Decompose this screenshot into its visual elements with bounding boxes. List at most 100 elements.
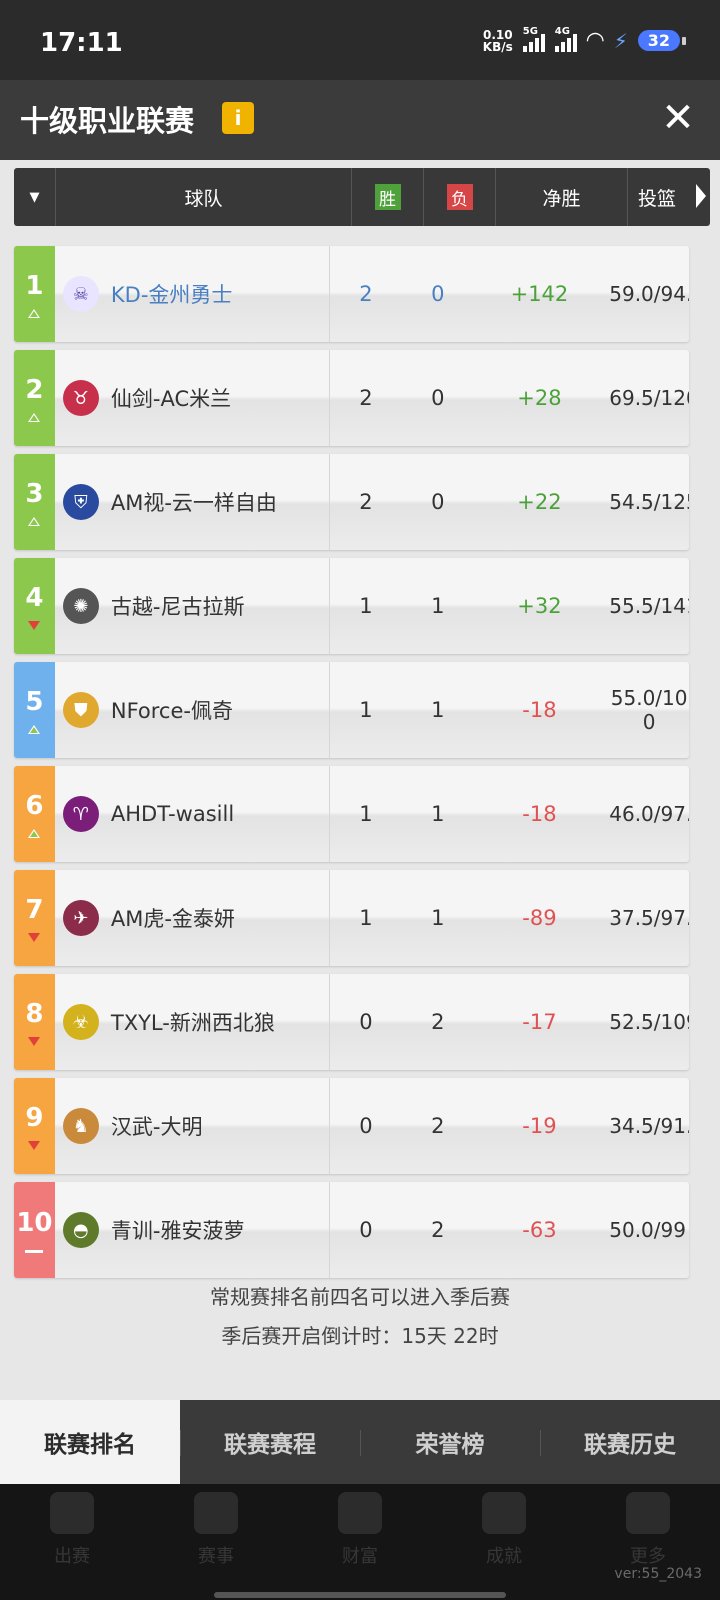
- rank-number: 10: [16, 1207, 53, 1238]
- team-name: NForce-佩奇: [110, 699, 233, 723]
- table-row[interactable]: 3 ⛨ AM视-云一样自由 2 0 +22 54.5/125: [14, 454, 689, 550]
- status-bar: 17:11 0.10 KB/s 5G 4G ◠ ⚡ 32: [0, 0, 720, 80]
- losses-value: 0: [431, 490, 445, 514]
- trend-up-icon: [28, 308, 41, 318]
- team-name: TXYL-新洲西北狼: [110, 1011, 275, 1035]
- team-cell[interactable]: ✈ AM虎-金泰妍: [55, 870, 331, 966]
- shooting-value: 69.5/120: [609, 386, 689, 410]
- trend-down-icon: [28, 620, 41, 630]
- wolf-icon: ☣: [62, 1004, 99, 1040]
- ufo-icon: ◓: [62, 1212, 99, 1248]
- nav-item-icon: [50, 1492, 94, 1534]
- team-name: 青训-雅安菠萝: [110, 1219, 245, 1243]
- nav-item-label: 财富: [342, 1546, 378, 1567]
- table-row[interactable]: 8 ☣ TXYL-新洲西北狼 0 2 -17 52.5/109: [14, 974, 689, 1070]
- team-cell[interactable]: ◓ 青训-雅安菠萝: [55, 1182, 331, 1278]
- rank-badge: 9: [14, 1078, 55, 1174]
- table-row[interactable]: 4 ✺ 古越-尼古拉斯 1 1 +32 55.5/141: [14, 558, 689, 654]
- trend-down-icon: [28, 932, 41, 942]
- shield-icon: ⛊: [62, 692, 99, 728]
- playoff-rule-text: 常规赛排名前四名可以进入季后赛: [210, 1285, 510, 1309]
- wins-value: 1: [359, 594, 373, 618]
- wins-value: 0: [359, 1218, 373, 1242]
- nav-item-label: 赛事: [198, 1546, 234, 1567]
- rank-badge: 10: [14, 1182, 55, 1278]
- signal-4g-label: 4G: [554, 25, 570, 37]
- trend-up-icon: [28, 412, 41, 422]
- eagle-icon: ✈: [62, 900, 99, 936]
- tab-3[interactable]: 联赛历史: [540, 1400, 720, 1484]
- losses-value: 1: [431, 594, 445, 618]
- league-tabs: 联赛排名 联赛赛程 荣誉榜 联赛历史: [0, 1400, 720, 1484]
- rank-badge: 6: [14, 766, 55, 862]
- table-row[interactable]: 9 ♞ 汉武-大明 0 2 -19 34.5/91.: [14, 1078, 689, 1174]
- rank-number: 5: [25, 686, 44, 717]
- wins-value: 1: [359, 802, 373, 826]
- standings-list: 1 ☠ KD-金州勇士 2 0 +142 59.0/94. 2 ♉ 仙剑-AC米…: [14, 246, 704, 1286]
- trend-up-icon: [28, 828, 41, 838]
- rank-number: 4: [25, 582, 44, 613]
- net-value: -18: [522, 698, 557, 722]
- losses-value: 2: [431, 1218, 445, 1242]
- team-cell[interactable]: ☣ TXYL-新洲西北狼: [55, 974, 331, 1070]
- table-row[interactable]: 6 ♈ AHDT-wasill 1 1 -18 46.0/97.: [14, 766, 689, 862]
- tab-0[interactable]: 联赛排名: [0, 1400, 180, 1484]
- team-cell[interactable]: ✺ 古越-尼古拉斯: [55, 558, 331, 654]
- signal-5g-icon: 5G: [522, 26, 545, 52]
- team-name: 汉武-大明: [110, 1115, 203, 1139]
- bottom-nav-item[interactable]: 成就: [482, 1492, 526, 1600]
- bottom-nav-item[interactable]: 财富: [338, 1492, 382, 1600]
- team-cell[interactable]: ♉ 仙剑-AC米兰: [55, 350, 331, 446]
- playoff-countdown-text: 季后赛开启倒计时：15天 22时: [221, 1324, 499, 1348]
- shooting-value: 50.0/99: [609, 1218, 686, 1242]
- shooting-value: 46.0/97.: [609, 802, 689, 826]
- table-row[interactable]: 2 ♉ 仙剑-AC米兰 2 0 +28 69.5/120: [14, 350, 689, 446]
- net-speed-value: 0.10: [482, 27, 513, 42]
- shooting-value: 52.5/109: [609, 1010, 689, 1034]
- trend-down-icon: [28, 1036, 41, 1046]
- net-value: -63: [522, 1218, 557, 1242]
- shooting-value: 59.0/94.: [609, 282, 689, 306]
- net-value: +22: [517, 490, 562, 514]
- nav-item-icon: [482, 1492, 526, 1534]
- home-indicator[interactable]: [214, 1592, 506, 1598]
- rank-badge: 7: [14, 870, 55, 966]
- team-cell[interactable]: ☠ KD-金州勇士: [55, 246, 331, 342]
- net-value: -19: [522, 1114, 557, 1138]
- team-cell[interactable]: ♈ AHDT-wasill: [55, 766, 331, 862]
- sort-dropdown-icon[interactable]: ▼: [14, 168, 56, 226]
- bottom-nav-item[interactable]: 赛事: [194, 1492, 238, 1600]
- table-row[interactable]: 5 ⛊ NForce-佩奇 1 1 -18 55.0/100: [14, 662, 689, 758]
- bottom-nav-item[interactable]: 更多: [626, 1492, 670, 1600]
- rank-badge: 4: [14, 558, 55, 654]
- warrior-icon: ☠: [62, 276, 99, 312]
- tab-2[interactable]: 荣誉榜: [360, 1400, 540, 1484]
- net-speed: 0.10 KB/s: [483, 29, 513, 53]
- column-net: 净胜: [496, 168, 628, 226]
- rank-badge: 8: [14, 974, 55, 1070]
- team-cell[interactable]: ⛨ AM视-云一样自由: [55, 454, 331, 550]
- trend-up-icon: [28, 724, 41, 734]
- status-icons: 0.10 KB/s 5G 4G ◠ ⚡ 32: [483, 25, 687, 53]
- rank-number: 8: [25, 998, 44, 1029]
- team-cell[interactable]: ♞ 汉武-大明: [55, 1078, 331, 1174]
- bottom-nav-item[interactable]: 出赛: [50, 1492, 94, 1600]
- scroll-right-arrow-icon[interactable]: [696, 184, 706, 208]
- table-row[interactable]: 1 ☠ KD-金州勇士 2 0 +142 59.0/94.: [14, 246, 689, 342]
- info-button[interactable]: i: [222, 102, 254, 134]
- net-value: -17: [522, 1010, 557, 1034]
- team-cell[interactable]: ⛊ NForce-佩奇: [55, 662, 331, 758]
- close-button[interactable]: ✕: [654, 96, 702, 144]
- wins-value: 1: [359, 698, 373, 722]
- rank-number: 9: [25, 1102, 44, 1133]
- header-bar: 十级职业联赛 i: [0, 80, 720, 160]
- shooting-value: 55.0/100: [610, 686, 688, 734]
- losses-value: 2: [431, 1010, 445, 1034]
- column-team: 球队: [56, 168, 352, 226]
- tab-1[interactable]: 联赛赛程: [180, 1400, 360, 1484]
- rank-badge: 5: [14, 662, 55, 758]
- table-row[interactable]: 10 ◓ 青训-雅安菠萝 0 2 -63 50.0/99: [14, 1182, 689, 1278]
- table-row[interactable]: 7 ✈ AM虎-金泰妍 1 1 -89 37.5/97.: [14, 870, 689, 966]
- wins-value: 0: [359, 1010, 373, 1034]
- rank-number: 3: [25, 478, 44, 509]
